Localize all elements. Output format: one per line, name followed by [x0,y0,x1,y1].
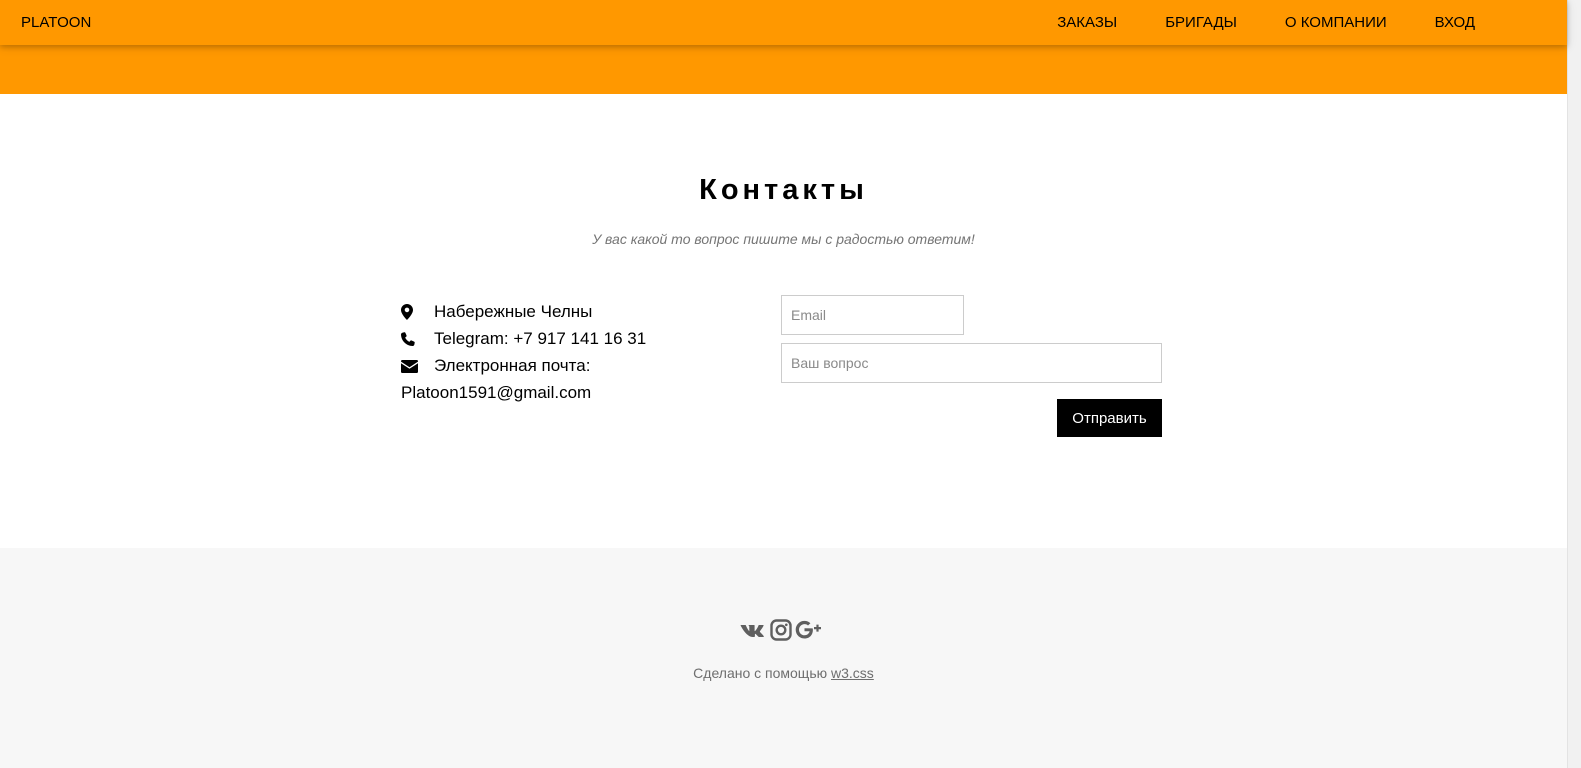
nav-links: ЗАКАЗЫ БРИГАДЫ О КОМПАНИИ ВХОД [1009,14,1475,31]
page-scrollbar[interactable] [1567,0,1581,768]
nav-link-teams[interactable]: БРИГАДЫ [1165,14,1237,31]
w3css-link[interactable]: w3.css [831,665,874,681]
brand-link[interactable]: PLATOON [21,14,91,31]
vk-icon[interactable] [740,618,768,642]
footer-credit: Сделано с помощью w3.css [0,665,1567,681]
email-label: Электронная почта: [434,356,591,375]
instagram-icon[interactable] [769,618,792,642]
social-links [0,618,1567,642]
email-field[interactable] [781,295,964,335]
contact-location: Набережные Челны [401,298,761,325]
email-address: Platoon1591@gmail.com [401,383,592,402]
footer: Сделано с помощью w3.css [0,548,1567,768]
contact-email: Электронная почта: [401,352,761,379]
envelope-icon [401,356,434,376]
map-marker-icon [401,302,434,322]
contacts-title: Контакты [699,174,868,206]
question-field[interactable] [781,343,1162,383]
contacts-subtitle: У вас какой то вопрос пишите мы с радост… [592,231,975,247]
location-text: Набережные Челны [434,302,593,321]
page: PLATOON ЗАКАЗЫ БРИГАДЫ О КОМПАНИИ ВХОД К… [0,0,1581,768]
footer-made-with: Сделано с помощью [693,665,828,681]
send-button[interactable]: Отправить [1057,399,1162,437]
phone-text: Telegram: +7 917 141 16 31 [434,329,647,348]
contact-phone: Telegram: +7 917 141 16 31 [401,325,761,352]
nav-link-orders[interactable]: ЗАКАЗЫ [1057,14,1117,31]
contact-info: Набережные Челны Telegram: +7 917 141 16… [401,298,761,406]
phone-icon [401,329,434,349]
top-navbar: PLATOON ЗАКАЗЫ БРИГАДЫ О КОМПАНИИ ВХОД [0,0,1567,45]
nav-link-login[interactable]: ВХОД [1435,14,1475,31]
nav-link-about[interactable]: О КОМПАНИИ [1285,14,1387,31]
google-plus-icon[interactable] [794,618,828,642]
